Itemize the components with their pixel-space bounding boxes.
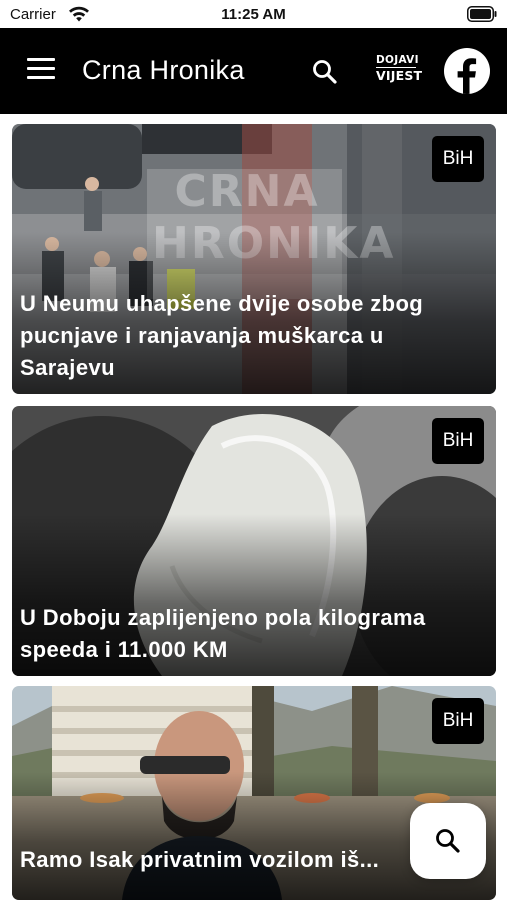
article-card[interactable]: CRNA HRONIKA BiH U Neumu uhapšene dvije … [12,124,496,394]
hamburger-menu-icon[interactable] [27,58,55,82]
dojavi-logo-line1: DOJAVI [376,54,419,68]
facebook-icon[interactable] [444,48,490,94]
article-title: U Doboju zaplijenjeno pola kilograma spe… [20,605,426,662]
dojavi-vijest-logo-button[interactable]: DOJAVI VIJEST [376,54,423,90]
article-card[interactable]: BiH U Doboju zaplijenjeno pola kilograma… [12,406,496,676]
region-badge: BiH [432,136,484,182]
dojavi-logo-line2: VIJEST [376,68,423,83]
app-title: Crna Hronika [82,55,245,85]
clock: 11:25 AM [221,6,286,23]
search-icon[interactable] [311,58,339,86]
region-badge: BiH [432,698,484,744]
floating-search-button[interactable] [410,803,486,879]
region-badge: BiH [432,418,484,464]
app-header: Crna Hronika DOJAVI VIJEST [0,28,507,114]
status-bar: Carrier 11:25 AM [0,0,507,28]
article-title: U Neumu uhapšene dvije osobe zbog pucnja… [20,291,424,380]
search-icon [436,829,460,853]
battery-icon [467,6,497,22]
